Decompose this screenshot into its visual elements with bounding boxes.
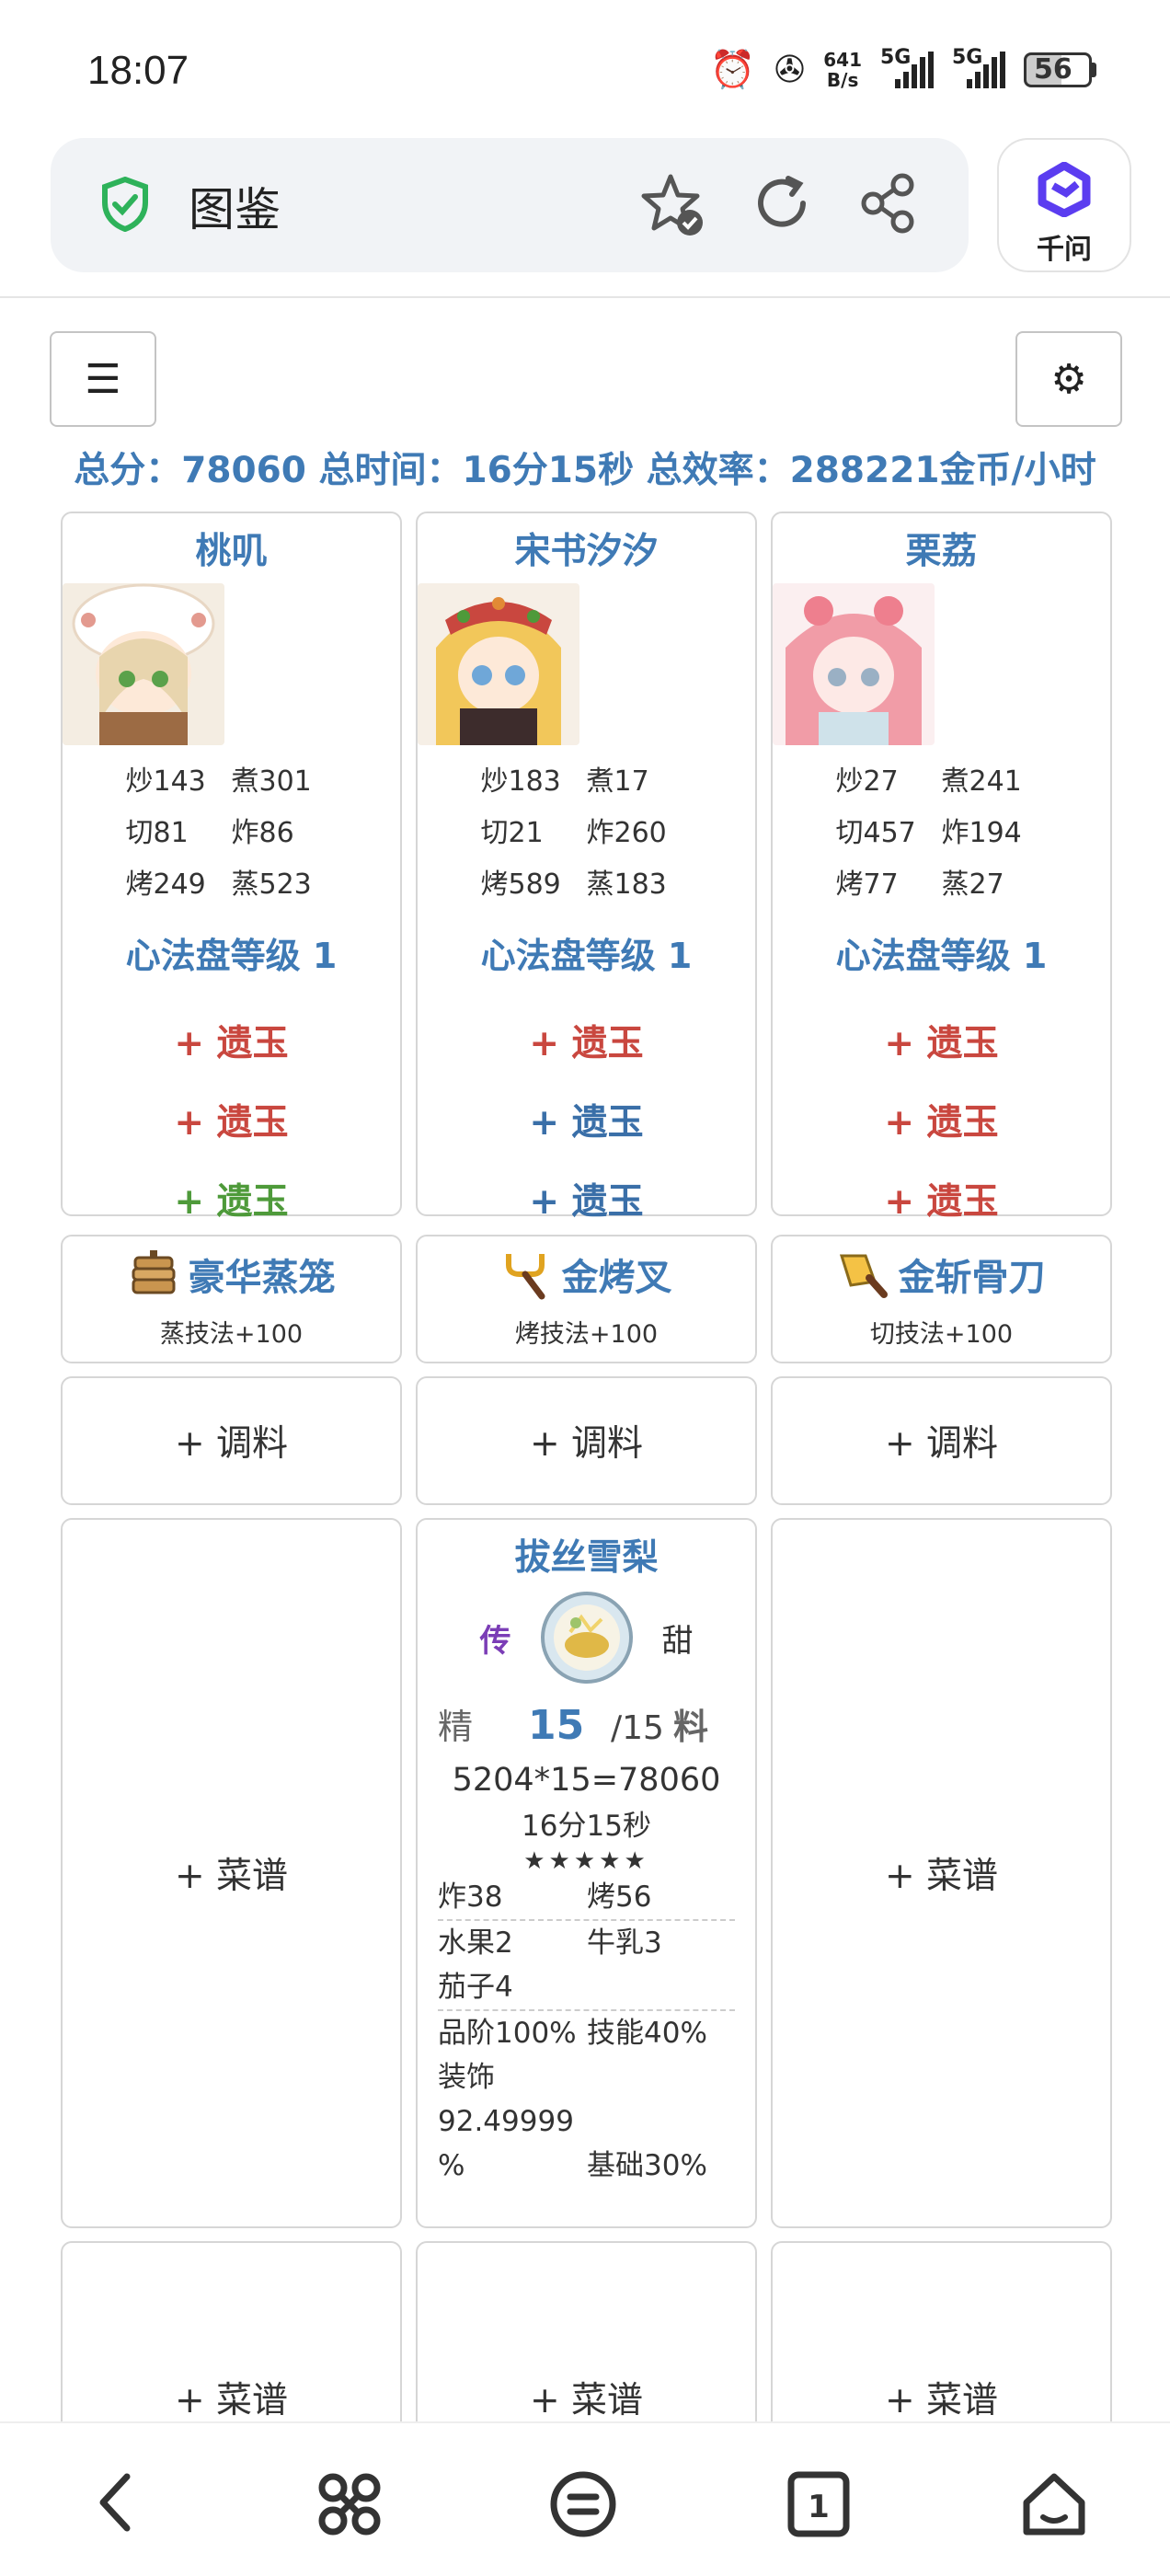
equipment-card[interactable]: 金烤叉 烤技法+100 (416, 1235, 757, 1363)
star-rating: ★★★★★ (523, 1847, 649, 1875)
equipment-desc: 蒸技法+100 (159, 1320, 304, 1349)
chef-skill-stats: 炒27 煮241 切457 炸194 烤77 蒸27 (835, 765, 1022, 901)
add-yiyu-button[interactable]: + 遗玉 (773, 1173, 1110, 1223)
status-icons: ⏰ ✇ 641 B/s 5G 5G 56 (709, 46, 1096, 91)
gear-icon: ⚙ (1050, 355, 1087, 403)
svg-text:1: 1 (808, 2489, 830, 2525)
refresh-icon[interactable] (750, 171, 814, 236)
chef-skill-stats: 炒183 煮17 切21 炸260 烤589 蒸183 (480, 765, 667, 901)
qianwen-icon (1038, 161, 1091, 218)
score-formula: 5204*15=78060 (452, 1762, 721, 1799)
cleaver-icon (839, 1254, 888, 1298)
add-yiyu-button[interactable]: + 遗玉 (63, 1173, 400, 1223)
bonus-list: 品阶100% 技能40% 装饰 92.49999 % 基础30% (438, 2017, 707, 2182)
status-time: 18:07 (87, 48, 189, 93)
add-yiyu-button[interactable]: + 遗玉 (773, 1015, 1110, 1064)
add-recipe-button[interactable]: + 菜谱 (61, 1518, 402, 2228)
add-recipe-button[interactable]: + 菜谱 (771, 1518, 1112, 2228)
favorite-star-icon[interactable] (639, 171, 707, 239)
skill-requirements: 炸38 烤56 (438, 1880, 652, 1914)
equipment-card[interactable]: 豪华蒸笼 蒸技法+100 (61, 1235, 402, 1363)
quantity-value[interactable]: 15 (528, 1702, 611, 1749)
recipe-time: 16分15秒 (522, 1810, 651, 1843)
back-icon[interactable] (92, 2469, 140, 2536)
chef-skill-stats: 炒143 煮301 切81 炸86 烤249 蒸523 (125, 765, 312, 901)
signal-icon-2: 5G (952, 46, 1005, 88)
equipment-desc: 切技法+100 (869, 1320, 1014, 1349)
divider (0, 296, 1170, 298)
equipment-card[interactable]: 金斩骨刀 切技法+100 (771, 1235, 1112, 1363)
chef-card[interactable]: 栗荔 炒27 煮241 切457 炸194 烤77 蒸27 心法盘等级 1 + 遗玉 … (771, 512, 1112, 1223)
add-condiment-button[interactable]: + 调料 (771, 1376, 1112, 1505)
equipment-name: 豪华蒸笼 (188, 1257, 336, 1299)
tabs-icon[interactable]: 1 (786, 2469, 852, 2539)
taste-label: 甜 (661, 1622, 694, 1660)
fan-icon: ✇ (774, 48, 806, 91)
fork-icon (505, 1254, 545, 1300)
add-yiyu-button[interactable]: + 遗玉 (418, 1015, 755, 1064)
shield-icon (102, 177, 148, 232)
share-icon[interactable] (856, 171, 921, 236)
jing-label: 精 (438, 1707, 474, 1747)
summary-line: 总分：78060 总时间：16分15秒 总效率：288221金币/小时 (74, 450, 1096, 491)
page-title: 图鉴 (189, 183, 281, 236)
qianwen-assistant-button[interactable]: 千问 (997, 138, 1131, 272)
chef-avatar (773, 583, 935, 745)
add-yiyu-button[interactable]: + 遗玉 (63, 1015, 400, 1064)
chef-card[interactable]: 桃叽 炒143 煮301 切81 炸86 烤249 蒸523 心法盘等级 1 + 遗玉… (61, 512, 402, 1223)
menu-button[interactable]: ☰ (50, 331, 156, 427)
recipe-name: 拔丝雪梨 (514, 1537, 659, 1579)
equipment-name: 金斩骨刀 (898, 1257, 1046, 1299)
chef-card[interactable]: 宋书汐汐 炒183 煮17 切21 炸260 烤589 蒸183 心法盘等级 1 + … (416, 512, 757, 1223)
xinfa-level[interactable]: 心法盘等级 1 (773, 927, 1110, 978)
quantity-row[interactable]: 精 15 /15 料 (418, 1698, 755, 1749)
xinfa-level[interactable]: 心法盘等级 1 (418, 927, 755, 978)
chef-name: 栗荔 (905, 531, 978, 572)
ingredients: 水果2 牛乳3 茄子4 (438, 1926, 662, 2004)
recipe-dish-icon (540, 1592, 633, 1684)
add-condiment-button[interactable]: + 调料 (416, 1376, 757, 1505)
quantity-max: /15 (611, 1709, 664, 1747)
net-speed: 641 B/s (823, 48, 862, 91)
battery-icon: 56 (1024, 52, 1096, 87)
apps-icon[interactable] (315, 2469, 384, 2539)
bottom-nav-bar: 1 (0, 2421, 1170, 2576)
menu-icon[interactable] (548, 2469, 618, 2539)
chef-name: 桃叽 (195, 531, 268, 572)
add-yiyu-button[interactable]: + 遗玉 (63, 1094, 400, 1144)
signal-icon: 5G (880, 46, 934, 88)
chef-name: 宋书汐汐 (514, 531, 659, 572)
add-yiyu-button[interactable]: + 遗玉 (418, 1173, 755, 1223)
hamburger-icon: ☰ (85, 355, 121, 403)
chef-avatar (418, 583, 579, 745)
equipment-name: 金烤叉 (561, 1257, 672, 1299)
add-yiyu-button[interactable]: + 遗玉 (418, 1094, 755, 1144)
home-icon[interactable] (1019, 2469, 1089, 2539)
chef-avatar (63, 583, 224, 745)
add-yiyu-button[interactable]: + 遗玉 (773, 1094, 1110, 1144)
equipment-desc: 烤技法+100 (514, 1320, 659, 1349)
rarity-badge: 传 (479, 1622, 511, 1660)
add-condiment-button[interactable]: + 调料 (61, 1376, 402, 1505)
xinfa-level[interactable]: 心法盘等级 1 (63, 927, 400, 978)
status-bar: 18:07 ⏰ ✇ 641 B/s 5G 5G 56 (0, 0, 1170, 138)
alarm-icon: ⏰ (709, 49, 756, 91)
address-bar[interactable]: 图鉴 (51, 138, 969, 272)
settings-button[interactable]: ⚙ (1015, 331, 1122, 427)
liao-label: 料 (672, 1707, 708, 1747)
recipe-card[interactable]: 拔丝雪梨 传 甜 精 15 /15 料 5204*15=78060 16分15秒… (416, 1518, 757, 2228)
steamer-icon (132, 1250, 175, 1294)
